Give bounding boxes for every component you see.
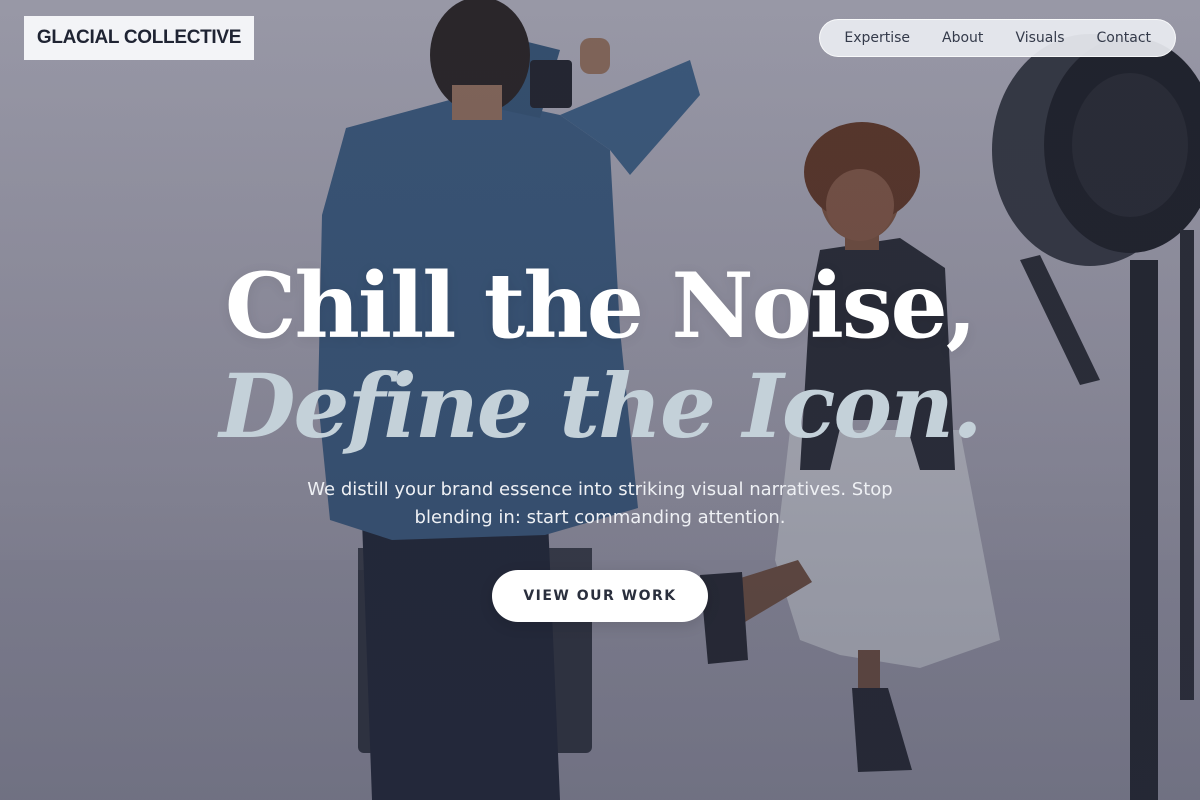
nav-link-about[interactable]: About — [942, 30, 983, 46]
nav-link-contact[interactable]: Contact — [1097, 30, 1151, 46]
main-nav: Expertise About Visuals Contact — [819, 19, 1176, 57]
view-our-work-button[interactable]: VIEW OUR WORK — [492, 570, 708, 622]
hero-subheadline: Define the Icon. — [219, 354, 983, 458]
hero-headline: Chill the Noise, — [224, 253, 977, 359]
hero-section: GLACIAL COLLECTIVE Expertise About Visua… — [0, 0, 1200, 800]
brand-logo[interactable]: GLACIAL COLLECTIVE — [24, 16, 254, 60]
hero-tagline: We distill your brand essence into strik… — [307, 479, 893, 528]
nav-link-expertise[interactable]: Expertise — [844, 30, 910, 46]
nav-link-visuals[interactable]: Visuals — [1015, 30, 1064, 46]
